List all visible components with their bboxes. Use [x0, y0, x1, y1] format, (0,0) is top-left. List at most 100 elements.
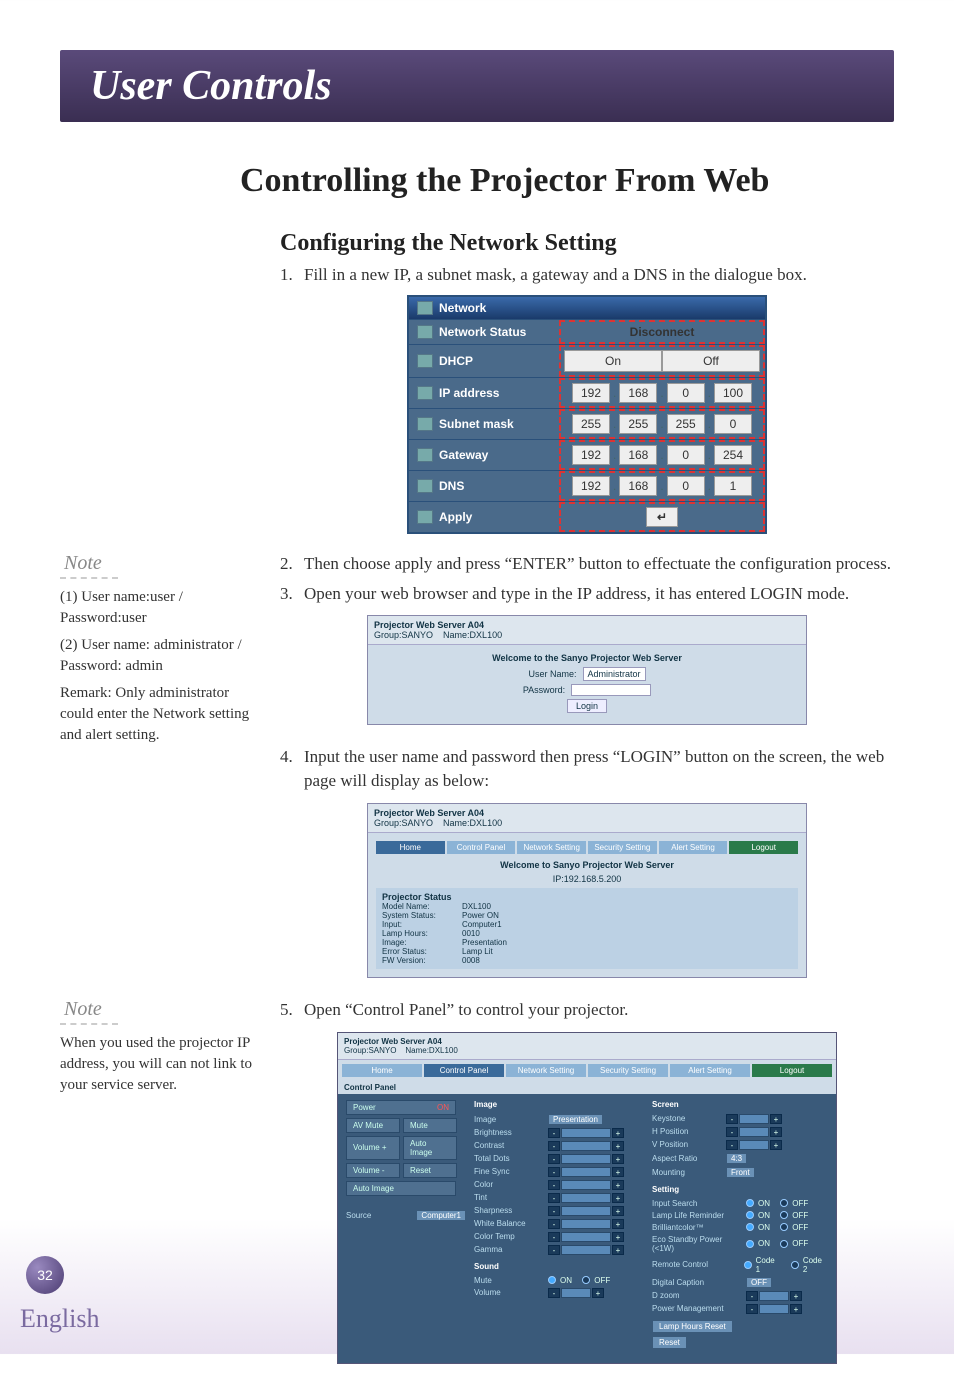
dns-b[interactable]: 168	[619, 476, 657, 496]
cp-ctemp-slider[interactable]: -+	[548, 1232, 624, 1242]
cp-keystone-slider[interactable]: -+	[726, 1114, 782, 1124]
cp-fine-slider[interactable]: -+	[548, 1167, 624, 1177]
cp-brill-off[interactable]	[780, 1223, 788, 1231]
gw-c[interactable]: 0	[667, 445, 705, 465]
ip-d[interactable]: 100	[714, 383, 752, 403]
home-tab-sec[interactable]: Security Setting	[588, 841, 657, 854]
gw-d[interactable]: 254	[714, 445, 752, 465]
apply-button[interactable]: ↵	[646, 507, 678, 527]
cp-mute-on[interactable]	[548, 1276, 556, 1284]
cp-wb-slider[interactable]: -+	[548, 1219, 624, 1229]
dhcp-off[interactable]: Off	[662, 350, 760, 372]
note-label-2: Note	[60, 998, 118, 1025]
ip-c[interactable]: 0	[667, 383, 705, 403]
cp-remote-code1[interactable]	[744, 1261, 752, 1269]
dns-d[interactable]: 1	[714, 476, 752, 496]
cp-power-btn[interactable]: PowerON	[346, 1100, 456, 1115]
ip-a[interactable]: 192	[572, 383, 610, 403]
cp-mute-off[interactable]	[582, 1276, 590, 1284]
gw-a[interactable]: 192	[572, 445, 610, 465]
cp-avmute-btn[interactable]: AV Mute	[346, 1118, 400, 1133]
cp-sharp: Sharpness	[474, 1206, 544, 1215]
cp-h2a: Group:SANYO	[344, 1046, 396, 1055]
cp-dcap-select[interactable]: OFF	[746, 1277, 772, 1288]
cp-tab-net[interactable]: Network Setting	[506, 1064, 586, 1077]
sn-c[interactable]: 255	[667, 414, 705, 434]
cp-sharp-slider[interactable]: -+	[548, 1206, 624, 1216]
login-user-select[interactable]: Administrator	[583, 667, 646, 681]
cp-hpos-slider[interactable]: -+	[726, 1127, 782, 1137]
cp-reset-all-btn[interactable]: Reset	[652, 1336, 687, 1349]
cp-vpos-slider[interactable]: -+	[726, 1140, 782, 1150]
home-status-title: Projector Status	[382, 892, 792, 902]
cp-gamma-slider[interactable]: -+	[548, 1245, 624, 1255]
cp-auto2-btn[interactable]: Auto Image	[346, 1181, 456, 1196]
cp-tint: Tint	[474, 1193, 544, 1202]
cp-pm-slider[interactable]: -+	[746, 1304, 802, 1314]
dns-a[interactable]: 192	[572, 476, 610, 496]
st-image-v: Presentation	[462, 938, 507, 947]
home-tab-net[interactable]: Network Setting	[517, 841, 586, 854]
ip-b[interactable]: 168	[619, 383, 657, 403]
cp-aspect-select[interactable]: 4:3	[726, 1153, 747, 1164]
cp-lamp-reset-btn[interactable]: Lamp Hours Reset	[652, 1320, 733, 1333]
cp-volp-btn[interactable]: Volume +	[346, 1136, 400, 1160]
cp-wb: White Balance	[474, 1219, 544, 1228]
cp-vol-slider[interactable]: -+	[548, 1288, 604, 1298]
cp-mount-select[interactable]: Front	[726, 1167, 755, 1178]
home-h1: Projector Web Server A04	[374, 808, 800, 818]
step-4-num: 4.	[280, 745, 304, 793]
cp-remote-code2[interactable]	[791, 1261, 799, 1269]
cp-brill-on[interactable]	[746, 1223, 754, 1231]
network-icon	[417, 301, 433, 315]
net-subnet-label: Subnet mask	[439, 417, 514, 431]
cp-lamprem-on[interactable]	[746, 1211, 754, 1219]
cp-tab-home[interactable]: Home	[342, 1064, 422, 1077]
network-title-bar: Network	[409, 297, 765, 319]
sn-d[interactable]: 0	[714, 414, 752, 434]
dns-c[interactable]: 0	[667, 476, 705, 496]
login-pass-input[interactable]	[571, 684, 651, 696]
cp-tab-alert[interactable]: Alert Setting	[670, 1064, 750, 1077]
cp-lamprem-off[interactable]	[780, 1211, 788, 1219]
login-h2a: Group:SANYO	[374, 630, 433, 640]
cp-tab-cp[interactable]: Control Panel	[424, 1064, 504, 1077]
cp-volm-btn[interactable]: Volume -	[346, 1163, 400, 1178]
cp-source-select[interactable]: Computer1	[416, 1210, 466, 1221]
cp-insearch-on[interactable]	[746, 1199, 754, 1207]
network-title: Network	[439, 301, 486, 315]
cp-color-slider[interactable]: -+	[548, 1180, 624, 1190]
cp-auto1-btn[interactable]: Auto Image	[403, 1136, 457, 1160]
cp-dots-slider[interactable]: -+	[548, 1154, 624, 1164]
sn-a[interactable]: 255	[572, 414, 610, 434]
note-2: When you used the projector IP address, …	[60, 1033, 260, 1096]
step-1-num: 1.	[280, 263, 304, 287]
home-tab-cp[interactable]: Control Panel	[447, 841, 516, 854]
home-tab-home[interactable]: Home	[376, 841, 445, 854]
cp-tint-slider[interactable]: -+	[548, 1193, 624, 1203]
dhcp-toggle[interactable]: On Off	[564, 350, 760, 372]
note-1c: Remark: Only administrator could enter t…	[60, 683, 260, 746]
sn-b[interactable]: 255	[619, 414, 657, 434]
cp-tab-logout[interactable]: Logout	[752, 1064, 832, 1077]
cp-reset-btn[interactable]: Reset	[403, 1163, 457, 1178]
step-1-text: Fill in a new IP, a subnet mask, a gatew…	[304, 263, 894, 287]
login-button[interactable]: Login	[567, 699, 607, 713]
cp-dzoom-slider[interactable]: -+	[746, 1291, 802, 1301]
cp-bright-slider[interactable]: -+	[548, 1128, 624, 1138]
cp-img-select[interactable]: Presentation	[548, 1114, 603, 1125]
dhcp-on[interactable]: On	[564, 350, 662, 372]
cp-mute-btn[interactable]: Mute	[403, 1118, 457, 1133]
cp-source-lbl: Source	[346, 1211, 412, 1220]
home-tab-alert[interactable]: Alert Setting	[659, 841, 728, 854]
home-tab-logout[interactable]: Logout	[729, 841, 798, 854]
cp-eco: Eco Standby Power (<1W)	[652, 1235, 742, 1253]
cp-eco-on[interactable]	[746, 1240, 754, 1248]
control-panel-screenshot: Projector Web Server A04 Group:SANYO Nam…	[337, 1032, 837, 1364]
cp-eco-off[interactable]	[780, 1240, 788, 1248]
gw-b[interactable]: 168	[619, 445, 657, 465]
cp-insearch-off[interactable]	[780, 1199, 788, 1207]
dns-icon	[417, 479, 433, 493]
cp-tab-sec[interactable]: Security Setting	[588, 1064, 668, 1077]
cp-contrast-slider[interactable]: -+	[548, 1141, 624, 1151]
